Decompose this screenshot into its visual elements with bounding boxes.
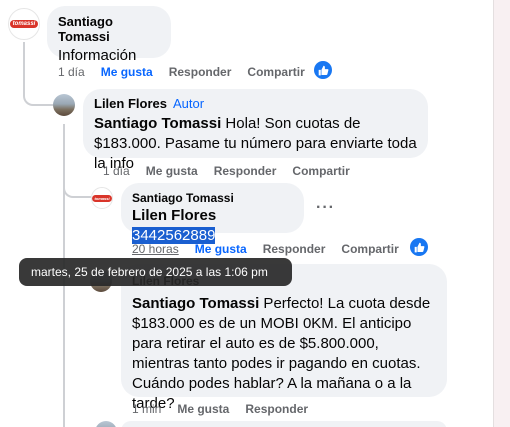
reply-text-content: Perfecto! La cuota desde $183.000 es de … (132, 295, 431, 412)
comment-text: Información (58, 47, 137, 64)
reply-actions: 20 horas Me gusta Responder Compartir (132, 242, 415, 256)
tomassi-logo: tomassi (92, 194, 112, 202)
reply-bubble-2: Santiago Tomassi Lilen Flores 3442562889 (121, 183, 304, 244)
avatar-santiago[interactable]: tomassi (8, 8, 40, 40)
mention-link[interactable]: Lilen Flores (132, 207, 216, 224)
reply-button[interactable]: Responder (263, 242, 326, 256)
reply-text: Santiago Tomassi Perfecto! La cuota desd… (132, 294, 436, 414)
like-reaction-icon[interactable] (314, 61, 332, 79)
like-button[interactable]: Me gusta (177, 402, 229, 416)
avatar-lilen[interactable] (53, 94, 75, 116)
reply-button[interactable]: Responder (169, 65, 232, 79)
thread-curve-reply2 (63, 180, 91, 198)
share-button[interactable]: Compartir (247, 65, 304, 79)
comment-time[interactable]: 1 día (58, 65, 85, 79)
like-button[interactable]: Me gusta (146, 164, 198, 178)
comment-author[interactable]: Santiago Tomassi (58, 14, 160, 44)
more-options-icon[interactable]: ··· (316, 199, 335, 217)
reply-actions: 1 min Me gusta Responder (132, 402, 324, 416)
tooltip-text: martes, 25 de febrero de 2025 a las 1:06… (31, 265, 268, 279)
reply-text: Lilen Flores 3442562889 (132, 206, 293, 246)
reply-author[interactable]: Santiago Tomassi (132, 191, 293, 205)
comment-bubble: Santiago Tomassi Información (47, 6, 171, 64)
reply-bubble-partial (121, 421, 447, 427)
page-edge-strip (493, 0, 510, 427)
reply-time[interactable]: 1 día (103, 164, 130, 178)
reply-author: Lilen Flores Autor (94, 96, 417, 111)
reply-bubble-1: Lilen Flores Autor Santiago Tomassi Hola!… (83, 89, 428, 172)
reply-actions: 1 día Me gusta Responder Compartir (103, 164, 366, 178)
mention-link[interactable]: Santiago Tomassi (94, 115, 221, 132)
author-badge: Autor (172, 96, 205, 111)
like-button[interactable]: Me gusta (101, 65, 153, 79)
mention-link[interactable]: Santiago Tomassi (132, 295, 259, 312)
thread-curve-reply1 (23, 84, 53, 106)
like-button[interactable]: Me gusta (195, 242, 247, 256)
share-button[interactable]: Compartir (292, 164, 349, 178)
like-reaction-icon[interactable] (410, 238, 428, 256)
reply-button[interactable]: Responder (245, 402, 308, 416)
comment-actions: 1 día Me gusta Responder Compartir (58, 65, 321, 79)
timestamp-tooltip: martes, 25 de febrero de 2025 a las 1:06… (19, 258, 292, 286)
reply-author-name[interactable]: Lilen Flores (94, 96, 167, 111)
tomassi-logo: tomassi (9, 20, 39, 28)
reply-button[interactable]: Responder (214, 164, 277, 178)
avatar-partial[interactable] (95, 421, 117, 427)
share-button[interactable]: Compartir (341, 242, 398, 256)
avatar-santiago[interactable]: tomassi (91, 187, 113, 209)
reply-time[interactable]: 1 min (132, 402, 161, 416)
reply-time[interactable]: 20 horas (132, 242, 179, 256)
